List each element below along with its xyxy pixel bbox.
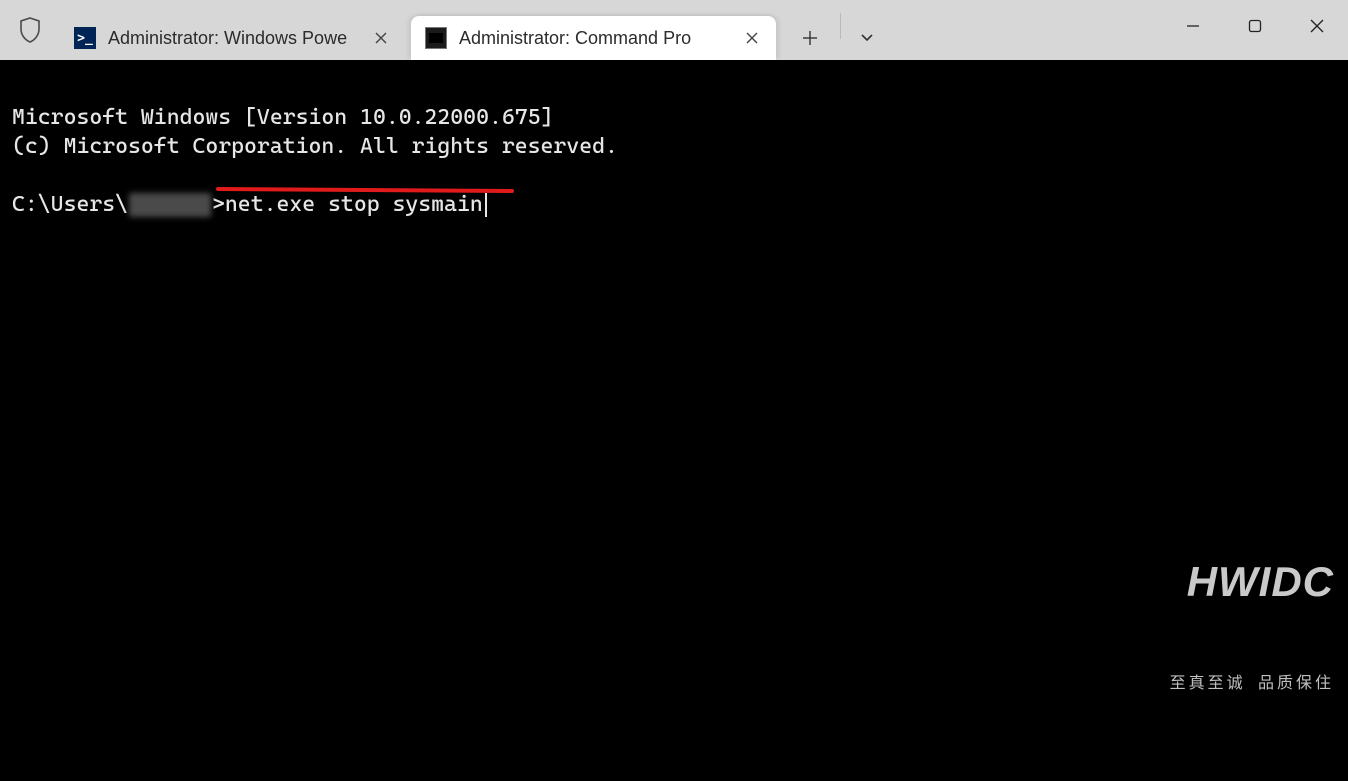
terminal-prompt-line: C:\Users\ >net.exe stop sysmain — [12, 190, 1336, 219]
cmd-icon — [425, 27, 447, 49]
shield-icon — [0, 0, 60, 60]
tab-strip: >_ Administrator: Windows Powe Administr… — [60, 0, 887, 60]
window-controls — [1162, 0, 1348, 52]
typed-command: net.exe stop sysmain — [225, 190, 483, 219]
tab-close-button[interactable] — [738, 24, 766, 52]
watermark: HWIDC 至真至诚 品质保住 — [1170, 496, 1334, 751]
cursor — [485, 193, 487, 217]
tab-powershell[interactable]: >_ Administrator: Windows Powe — [60, 16, 405, 60]
prompt-username-blurred — [129, 193, 211, 217]
prompt-prefix: C:\Users\ — [12, 190, 128, 219]
tab-label: Administrator: Command Pro — [459, 28, 726, 49]
terminal-line: (c) Microsoft Corporation. All rights re… — [12, 134, 618, 159]
watermark-tagline: 至真至诚 品质保住 — [1170, 672, 1334, 693]
minimize-button[interactable] — [1162, 0, 1224, 52]
terminal-output[interactable]: Microsoft Windows [Version 10.0.22000.67… — [0, 60, 1348, 781]
powershell-icon: >_ — [74, 27, 96, 49]
prompt-suffix: > — [212, 190, 225, 219]
watermark-logo: HWIDC — [1170, 554, 1334, 609]
tab-cmd[interactable]: Administrator: Command Pro — [411, 16, 776, 60]
tab-dropdown-button[interactable] — [847, 16, 887, 60]
titlebar: >_ Administrator: Windows Powe Administr… — [0, 0, 1348, 60]
close-window-button[interactable] — [1286, 0, 1348, 52]
terminal-line: Microsoft Windows [Version 10.0.22000.67… — [12, 105, 553, 130]
maximize-button[interactable] — [1224, 0, 1286, 52]
new-tab-button[interactable] — [786, 16, 834, 60]
tab-close-button[interactable] — [367, 24, 395, 52]
tab-separator — [840, 13, 841, 39]
tab-label: Administrator: Windows Powe — [108, 28, 355, 49]
